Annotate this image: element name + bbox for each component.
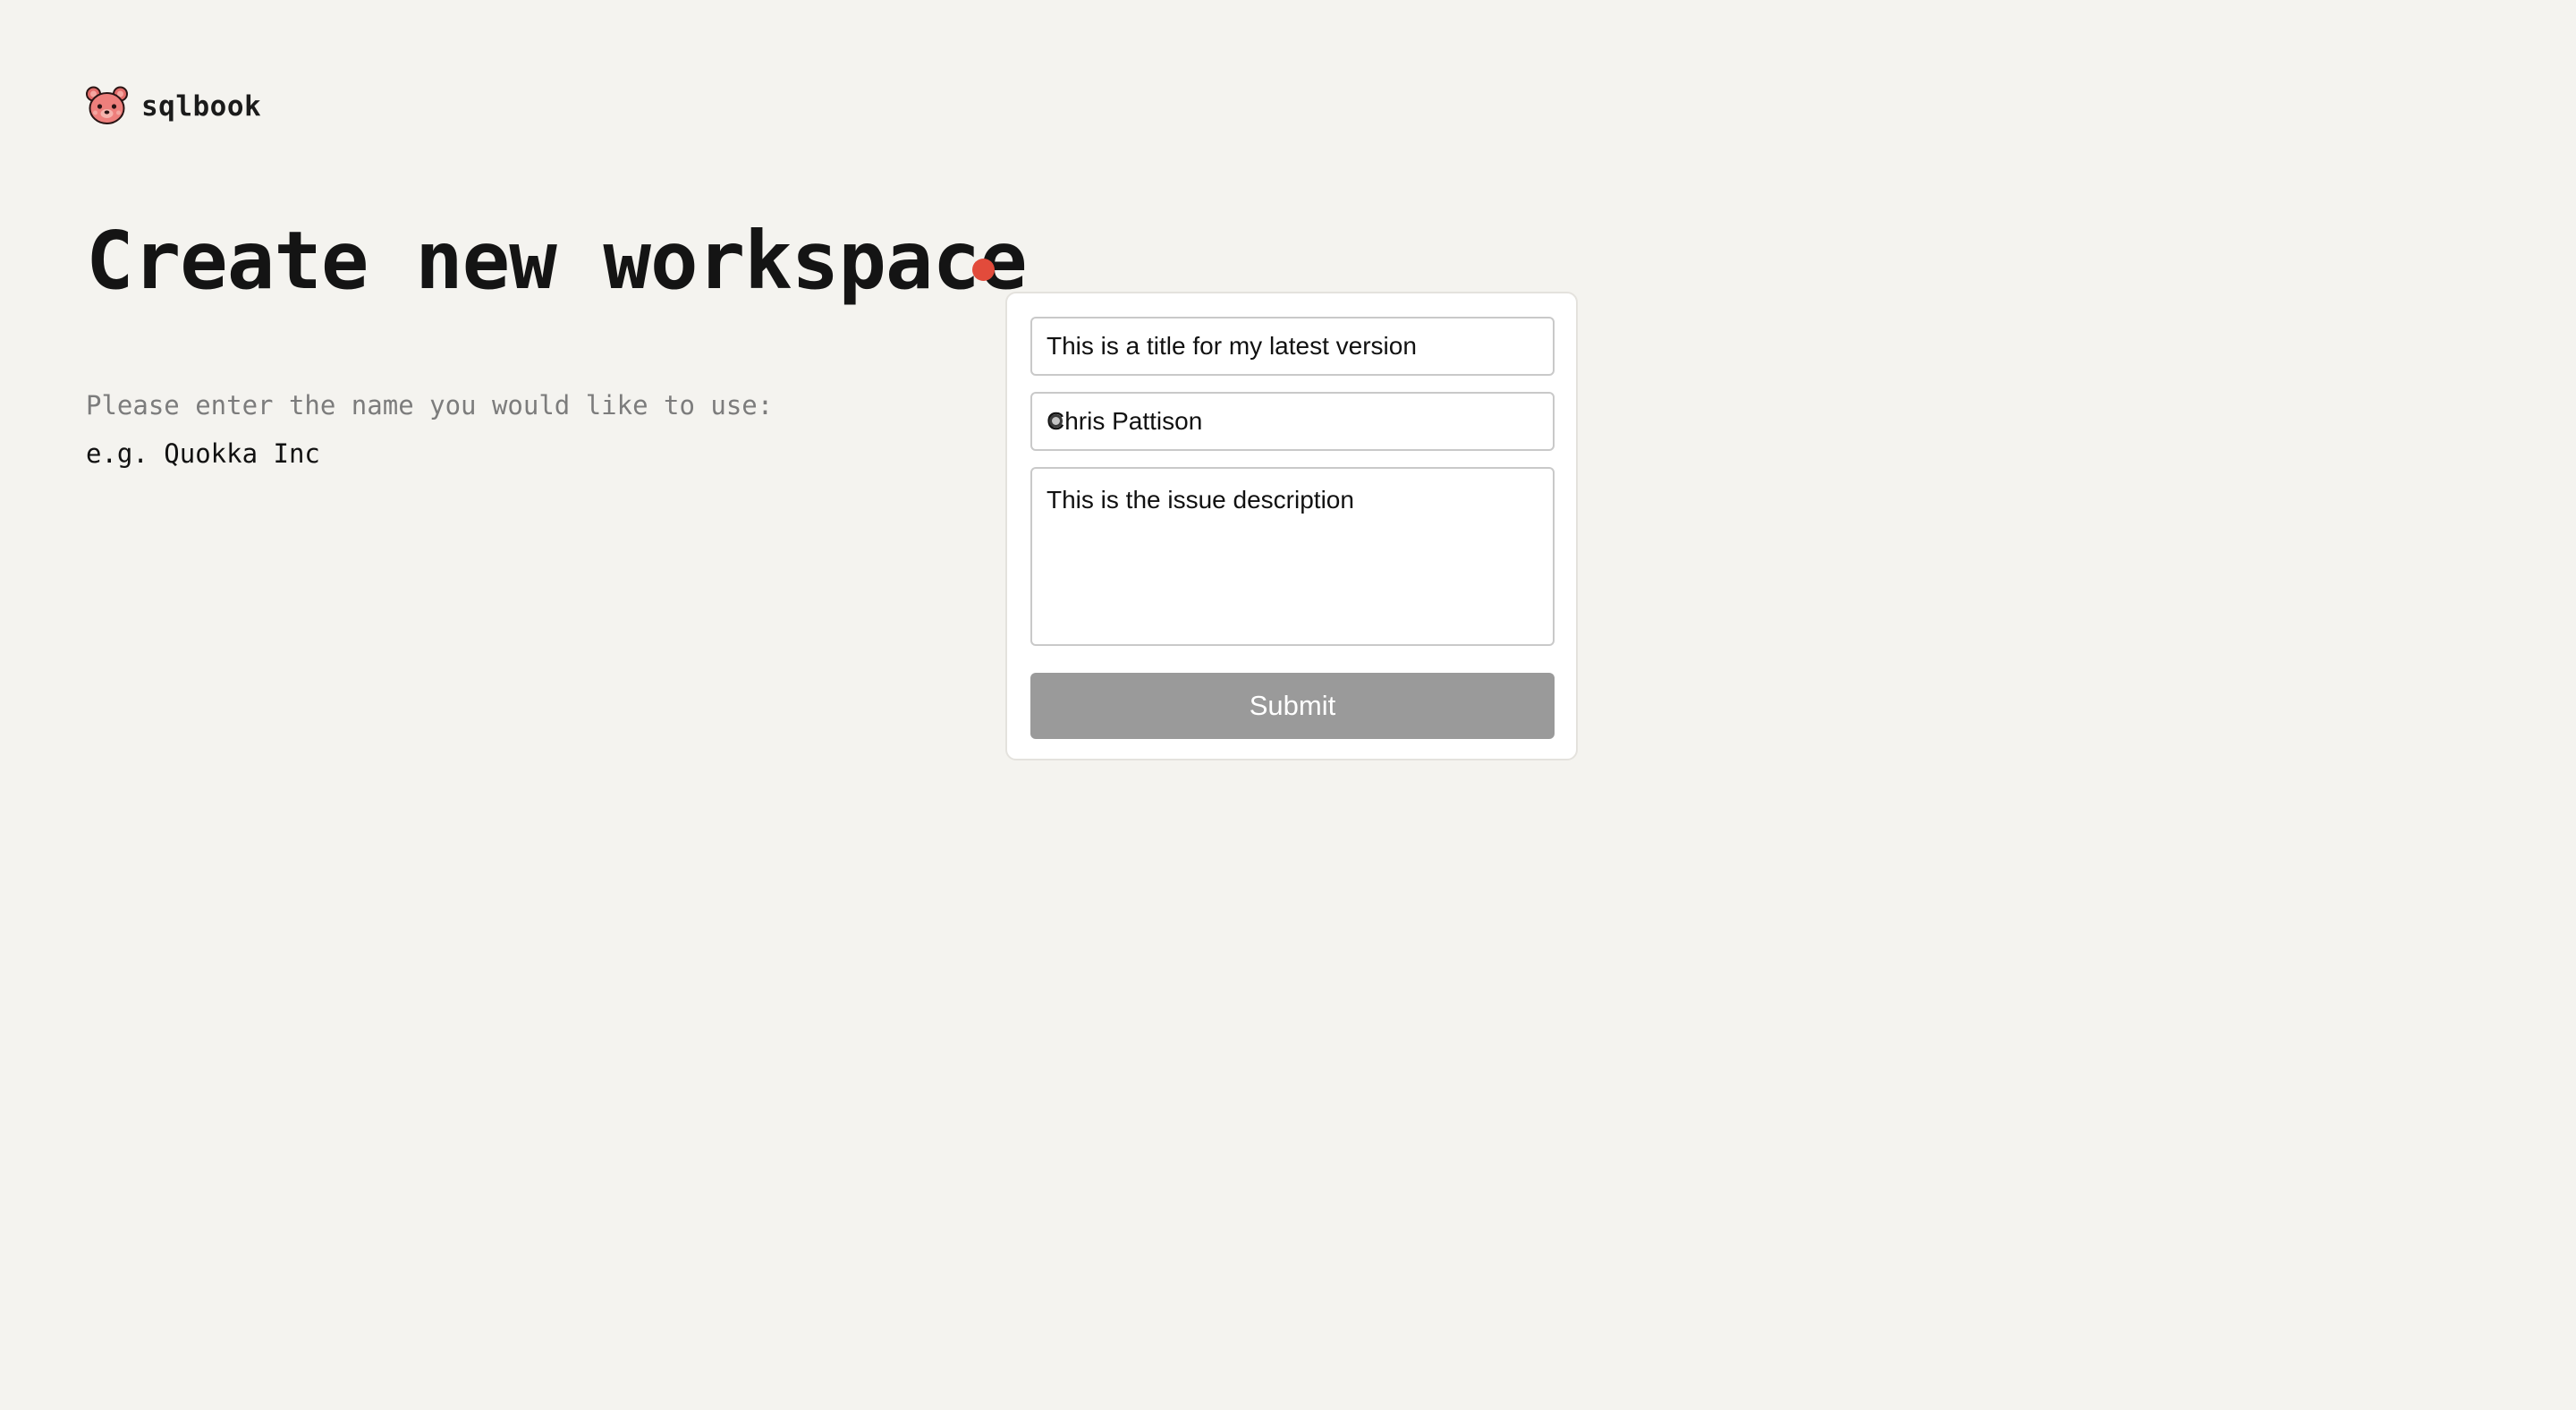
pink-bear-icon [86, 86, 128, 124]
status-dot [972, 259, 995, 281]
brand[interactable]: sqlbook [85, 86, 261, 127]
page-title: Create new workspace [86, 214, 1028, 307]
workspace-name-prompt: Please enter the name you would like to … [86, 390, 774, 420]
reporter-name-input[interactable] [1030, 392, 1555, 451]
workspace-name-input[interactable] [86, 433, 891, 474]
brand-name: sqlbook [141, 90, 262, 123]
submit-button[interactable]: Submit [1030, 673, 1555, 739]
issue-description-textarea[interactable]: This is the issue description [1030, 467, 1555, 646]
issue-title-input[interactable] [1030, 317, 1555, 376]
feedback-panel: This is the issue description Submit [1005, 292, 1578, 760]
